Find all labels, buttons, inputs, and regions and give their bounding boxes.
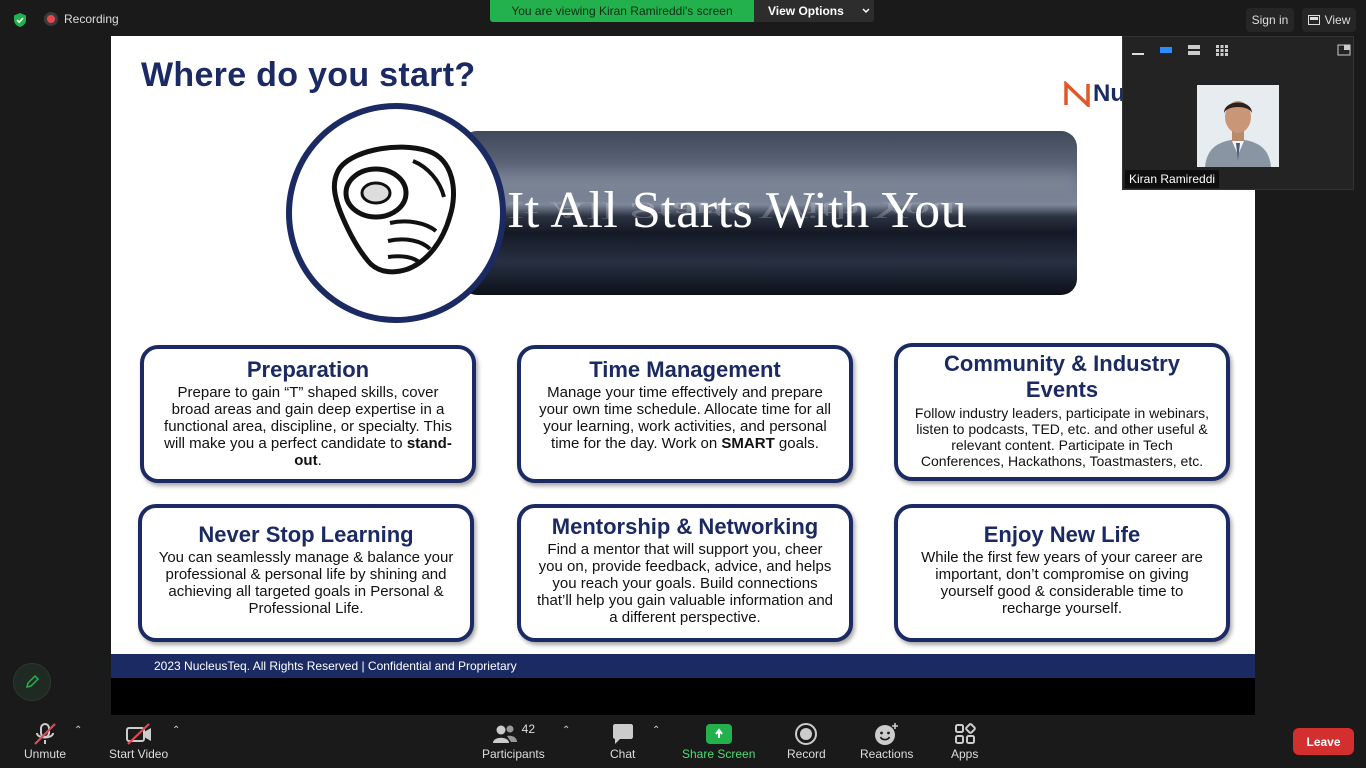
- view-button[interactable]: View: [1302, 8, 1356, 32]
- stacked-view-icon[interactable]: [1187, 44, 1201, 56]
- annotate-button[interactable]: [13, 663, 51, 701]
- record-dot-icon: [44, 12, 58, 26]
- start-video-button[interactable]: Start Video: [109, 721, 168, 761]
- tile-layout-controls: [1123, 37, 1353, 63]
- view-options-button[interactable]: View Options: [754, 0, 874, 22]
- leave-button[interactable]: Leave: [1293, 728, 1354, 755]
- video-off-icon: [125, 723, 151, 745]
- pointing-hand-icon: [331, 144, 456, 275]
- zoom-window: Recording You are viewing Kiran Ramiredd…: [0, 0, 1366, 768]
- security-shield-icon[interactable]: [12, 12, 28, 28]
- apps-button[interactable]: Apps: [951, 721, 978, 761]
- share-screen-label: Share Screen: [682, 747, 756, 761]
- slide-title: Where do you start?: [141, 56, 476, 94]
- record-icon: [795, 723, 818, 745]
- chat-bubble-icon: [612, 724, 633, 744]
- logo-mark-icon: [1064, 81, 1090, 107]
- participants-button[interactable]: 42 Participants: [482, 721, 545, 761]
- reactions-smiley-icon: [874, 723, 898, 745]
- participant-avatar: [1197, 85, 1279, 167]
- box-title: Never Stop Learning: [198, 522, 414, 547]
- pointing-hand-circle: [286, 103, 506, 323]
- gallery-view-icon[interactable]: [1215, 44, 1229, 56]
- record-button[interactable]: Record: [787, 721, 826, 761]
- view-grid-icon: [1307, 15, 1320, 25]
- apps-icon: [954, 723, 976, 744]
- box-body: While the first few years of your career…: [921, 549, 1203, 617]
- speaker-view-icon[interactable]: [1159, 44, 1173, 56]
- box-body: You can seamlessly manage & balance your…: [158, 549, 454, 617]
- box-body: Find a mentor that will support you, che…: [536, 541, 834, 626]
- chat-button[interactable]: Chat: [610, 721, 635, 761]
- unmute-label: Unmute: [24, 747, 67, 761]
- pencil-icon: [25, 674, 40, 689]
- audio-options-caret[interactable]: ⌃: [74, 725, 82, 736]
- chat-options-caret[interactable]: ⌃: [652, 725, 660, 736]
- muted-microphone-icon: [34, 723, 56, 745]
- participants-icon: [492, 725, 517, 743]
- chevron-down-icon: [862, 8, 870, 14]
- shared-screen-slide: Where do you start? Nu It All Starts Wit…: [111, 36, 1255, 715]
- motivation-banner: It All Starts With You It All Starts Wit…: [461, 131, 1077, 295]
- participant-name: Kiran Ramireddi: [1125, 170, 1220, 188]
- box-title: Mentorship & Networking: [551, 514, 819, 539]
- minimize-icon[interactable]: [1131, 44, 1145, 56]
- box-title: Enjoy New Life: [983, 522, 1141, 547]
- banner-reflection: It All Starts With You: [507, 196, 957, 223]
- recording-indicator[interactable]: Recording: [44, 12, 119, 26]
- video-options-caret[interactable]: ⌃: [172, 725, 180, 736]
- slide-footer: 2023 NucleusTeq. All Rights Reserved | C…: [111, 654, 1255, 678]
- view-options-label: View Options: [768, 4, 844, 18]
- share-screen-icon: [705, 724, 732, 744]
- recording-label: Recording: [64, 12, 119, 26]
- enjoy-new-life-box: Enjoy New Life While the first few years…: [894, 504, 1230, 642]
- view-label: View: [1324, 13, 1351, 27]
- box-body: Manage your time effectively and prepare…: [539, 384, 831, 452]
- share-screen-button[interactable]: Share Screen: [682, 721, 755, 761]
- record-label: Record: [787, 747, 826, 761]
- time-management-box: Time Management Manage your time effecti…: [517, 345, 853, 483]
- start-video-label: Start Video: [109, 747, 169, 761]
- person-photo-icon: [1197, 85, 1279, 167]
- company-logo: Nu: [1063, 80, 1125, 108]
- apps-label: Apps: [951, 747, 979, 761]
- reactions-button[interactable]: Reactions: [860, 721, 913, 761]
- box-body: Prepare to gain “T” shaped skills, cover…: [164, 384, 452, 469]
- participant-video-tile[interactable]: Kiran Ramireddi: [1122, 36, 1354, 190]
- community-events-box: Community & Industry Events Follow indus…: [894, 343, 1230, 481]
- meeting-toolbar: Unmute ⌃ Start Video ⌃ 42 Participants ⌃…: [0, 715, 1366, 768]
- never-stop-learning-box: Never Stop Learning You can seamlessly m…: [138, 504, 474, 642]
- participants-options-caret[interactable]: ⌃: [562, 725, 570, 736]
- chat-label: Chat: [610, 747, 636, 761]
- viewing-screen-banner: You are viewing Kiran Ramireddi's screen: [490, 0, 754, 22]
- box-title: Time Management: [589, 357, 781, 382]
- box-title: Preparation: [246, 357, 370, 382]
- participants-label: Participants: [482, 747, 545, 761]
- logo-text: Nu: [1093, 80, 1125, 107]
- participant-count: 42: [521, 722, 536, 736]
- box-body: Follow industry leaders, participate in …: [914, 405, 1210, 469]
- preparation-box: Preparation Prepare to gain “T” shaped s…: [140, 345, 476, 483]
- mentorship-networking-box: Mentorship & Networking Find a mentor th…: [517, 504, 853, 642]
- sign-in-button[interactable]: Sign in: [1246, 8, 1294, 32]
- pop-out-icon[interactable]: [1337, 44, 1351, 56]
- box-title: Community & Industry Events: [944, 351, 1180, 402]
- reactions-label: Reactions: [860, 747, 914, 761]
- slide-black-strip: [111, 678, 1255, 715]
- unmute-button[interactable]: Unmute: [24, 721, 66, 761]
